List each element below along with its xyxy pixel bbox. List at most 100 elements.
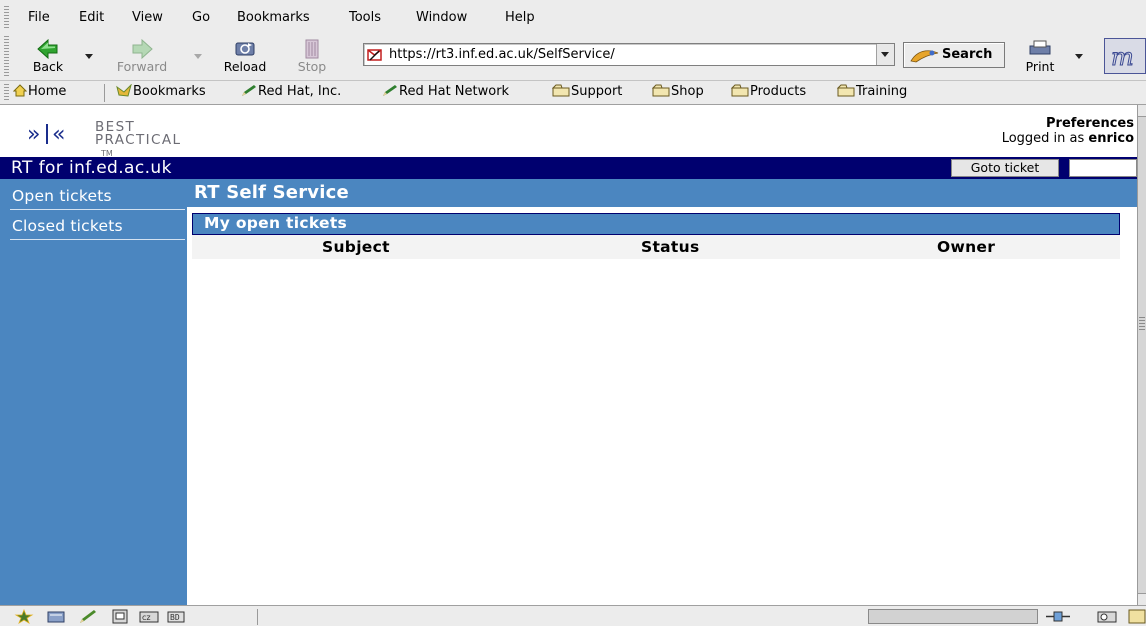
- column-owner[interactable]: Owner: [937, 238, 995, 256]
- bookmark-folder-training-label: Training: [856, 84, 908, 99]
- composer-icon[interactable]: [78, 609, 98, 624]
- menu-tools[interactable]: Tools: [349, 10, 381, 25]
- bookmarks-label: Bookmarks: [133, 84, 206, 99]
- nav-divider: [10, 209, 185, 210]
- bookmark-folder-support-label: Support: [571, 84, 623, 99]
- bookmark-folder-support[interactable]: Support: [551, 84, 623, 102]
- scrollbar-grip[interactable]: [1139, 317, 1145, 331]
- navigator-icon[interactable]: [14, 609, 34, 624]
- home-icon: [12, 84, 28, 97]
- bookmark-folder-shop[interactable]: Shop: [651, 84, 704, 102]
- status-bar-separator: [257, 609, 258, 625]
- security-padlock-icon[interactable]: [1096, 609, 1118, 624]
- nav-closed-tickets-label: Closed tickets: [12, 217, 123, 235]
- personal-toolbar: Home Bookmarks Red Hat, Inc. Red Hat Net…: [0, 80, 1146, 105]
- column-status[interactable]: Status: [641, 238, 700, 256]
- site-title: RT for inf.ed.ac.uk: [11, 158, 172, 178]
- home-label: Home: [28, 84, 67, 99]
- menu-window[interactable]: Window: [416, 10, 467, 25]
- menu-edit[interactable]: Edit: [79, 10, 104, 25]
- logo-line-practical: PRACTICAL: [95, 132, 182, 148]
- nav-divider: [10, 239, 185, 240]
- folder-icon: [730, 84, 749, 97]
- back-label: Back: [32, 59, 64, 74]
- folder-icon: [836, 84, 855, 97]
- goto-ticket-button[interactable]: Goto ticket: [951, 159, 1059, 177]
- progress-meter: [868, 609, 1038, 624]
- best-practical-logo[interactable]: » « BEST PRACTICAL TM: [27, 120, 180, 158]
- reload-button[interactable]: Reload: [212, 35, 278, 77]
- bookmark-folder-products-label: Products: [750, 84, 807, 99]
- print-label: Print: [1025, 59, 1055, 74]
- svg-text:BD: BD: [170, 613, 180, 622]
- print-dropdown-arrow[interactable]: [1075, 54, 1083, 59]
- web-developer-icon[interactable]: BD: [166, 609, 186, 624]
- personal-toolbar-grip[interactable]: [4, 84, 9, 102]
- forward-button[interactable]: Forward: [104, 35, 180, 77]
- back-dropdown-arrow[interactable]: [85, 54, 93, 59]
- bookmark-red-hat-inc[interactable]: Red Hat, Inc.: [241, 84, 341, 102]
- goto-ticket-input[interactable]: [1069, 159, 1137, 177]
- search-label: Search: [942, 47, 993, 62]
- pencil-icon: [242, 85, 256, 96]
- menu-go[interactable]: Go: [192, 10, 210, 25]
- forward-dropdown-arrow[interactable]: [194, 54, 202, 59]
- nav-open-tickets[interactable]: Open tickets: [0, 183, 187, 210]
- bookmark-red-hat-inc-label: Red Hat, Inc.: [258, 84, 342, 99]
- bookmark-red-hat-network[interactable]: Red Hat Network: [382, 84, 509, 102]
- best-practical-chevrons-icon: » «: [27, 122, 65, 147]
- scroll-down-button[interactable]: [1138, 593, 1146, 605]
- scroll-up-button[interactable]: [1138, 105, 1146, 117]
- page-title: RT Self Service: [187, 179, 1137, 207]
- logo-wordmark: BEST PRACTICAL TM: [95, 120, 182, 160]
- mail-icon[interactable]: [46, 609, 66, 624]
- svg-text:»: »: [27, 122, 40, 147]
- bookmark-folder-training[interactable]: Training: [836, 84, 908, 102]
- browser-throbber[interactable]: m: [1104, 38, 1146, 74]
- preferences-link[interactable]: Preferences: [1046, 116, 1134, 131]
- chatzilla-icon[interactable]: cz: [138, 609, 160, 624]
- folder-icon: [651, 84, 670, 97]
- url-history-dropdown[interactable]: [876, 44, 894, 65]
- back-arrow-icon: [37, 39, 58, 59]
- column-subject[interactable]: Subject: [322, 238, 390, 256]
- mozilla-logo-icon: m: [1111, 43, 1135, 72]
- address-book-icon[interactable]: [110, 609, 130, 624]
- bookmarks-icon: [116, 83, 132, 97]
- nav-closed-tickets[interactable]: Closed tickets: [0, 213, 187, 240]
- home-link[interactable]: Home: [12, 84, 67, 102]
- printer-icon: [1029, 40, 1051, 55]
- logged-in-prefix: Logged in as: [1001, 131, 1089, 146]
- logged-in-user: enrico: [1088, 131, 1134, 146]
- vertical-scrollbar[interactable]: [1137, 105, 1146, 605]
- nav-open-tickets-label: Open tickets: [12, 187, 112, 205]
- bookmark-folder-shop-label: Shop: [671, 84, 704, 99]
- back-button[interactable]: Back: [20, 35, 76, 77]
- url-field[interactable]: https://rt3.inf.ed.ac.uk/SelfService/: [363, 43, 895, 66]
- menu-file[interactable]: File: [28, 10, 50, 25]
- stop-button[interactable]: Stop: [291, 35, 333, 77]
- navigation-toolbar-grip[interactable]: [4, 36, 9, 76]
- svg-text:«: «: [52, 122, 65, 147]
- page-content: » « BEST PRACTICAL TM Preferences Logged …: [0, 105, 1137, 605]
- logged-in-status: Logged in as enrico: [1002, 131, 1134, 146]
- reload-label: Reload: [223, 59, 267, 74]
- reload-icon: [235, 42, 255, 56]
- status-bar: cz BD: [0, 605, 1146, 626]
- sidebar-nav: Open tickets Closed tickets: [0, 179, 187, 605]
- menu-bookmarks[interactable]: Bookmarks: [237, 10, 310, 25]
- stop-icon: [305, 39, 319, 59]
- search-button[interactable]: Search: [903, 42, 1005, 68]
- menu-help[interactable]: Help: [505, 10, 535, 25]
- navigation-toolbar: Back Forward Reload Stop https://rt3.inf…: [0, 32, 1146, 80]
- search-icon: [910, 50, 939, 63]
- print-button[interactable]: Print: [1018, 35, 1062, 77]
- online-status-icon[interactable]: [1045, 609, 1071, 624]
- menu-bar-grip[interactable]: [4, 6, 9, 28]
- url-text: https://rt3.inf.ed.ac.uk/SelfService/: [389, 47, 615, 62]
- menu-bar: File Edit View Go Bookmarks Tools Window…: [0, 0, 1146, 32]
- info-icon[interactable]: [1128, 609, 1146, 624]
- bookmark-folder-products[interactable]: Products: [730, 84, 807, 102]
- bookmarks-link[interactable]: Bookmarks: [116, 83, 206, 102]
- menu-view[interactable]: View: [132, 10, 163, 25]
